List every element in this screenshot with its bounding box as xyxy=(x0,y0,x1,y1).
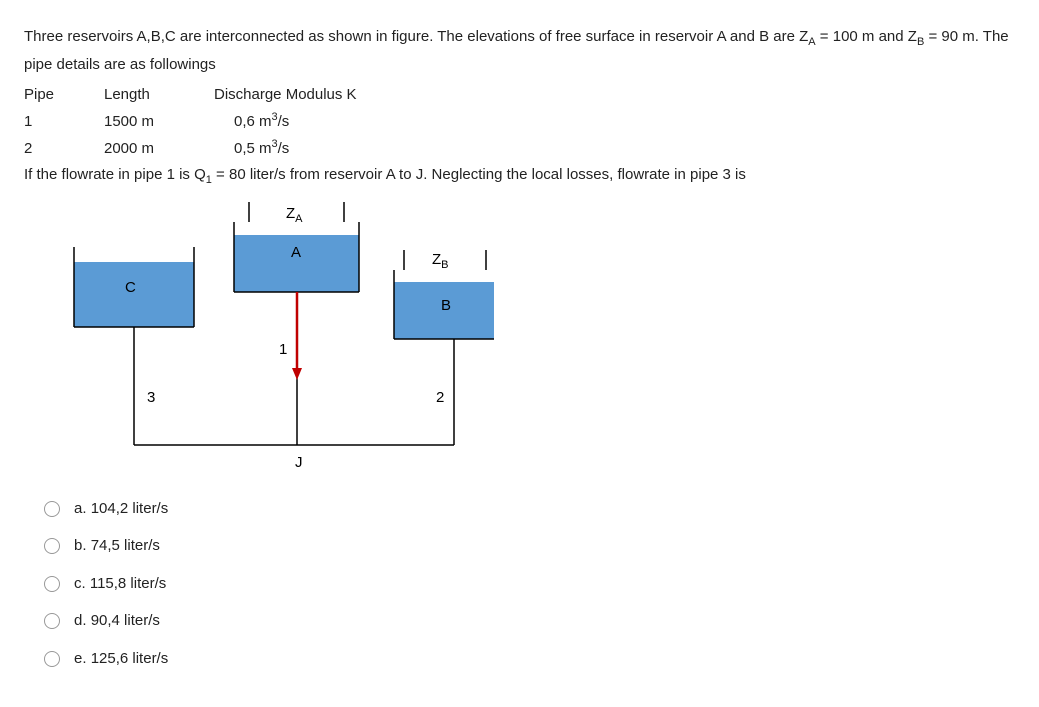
label-c: C xyxy=(125,279,136,296)
td-len-2: 2000 m xyxy=(104,135,214,162)
option-e[interactable]: e. 125,6 liter/s xyxy=(44,646,1015,672)
label-b: B xyxy=(441,297,451,314)
option-d[interactable]: d. 90,4 liter/s xyxy=(44,608,1015,634)
q-p1-a: Three reservoirs A,B,C are interconnecte… xyxy=(24,28,808,45)
option-d-label: d. 90,4 liter/s xyxy=(74,608,160,634)
zb-label: ZB xyxy=(432,251,449,271)
table-row: 2 2000 m 0,5 m3/s xyxy=(24,135,1015,162)
td-pipe-2: 2 xyxy=(24,135,104,162)
label-a: A xyxy=(291,244,301,261)
q-p1-b: = 100 m and Z xyxy=(816,28,917,45)
option-c[interactable]: c. 115,8 liter/s xyxy=(44,571,1015,597)
reservoir-figure: ZA A ZB B C 1 2 3 xyxy=(54,202,494,472)
question-paragraph-1: Three reservoirs A,B,C are interconnecte… xyxy=(24,24,1015,77)
th-discharge: Discharge Modulus K xyxy=(214,81,414,108)
question-paragraph-2: If the flowrate in pipe 1 is Q1 = 80 lit… xyxy=(24,162,1015,190)
label-3: 3 xyxy=(147,389,155,406)
q-p2-b: = 80 liter/s from reservoir A to J. Negl… xyxy=(212,166,746,183)
th-pipe: Pipe xyxy=(24,81,104,108)
radio-d[interactable] xyxy=(44,613,60,629)
td-k-2: 0,5 m3/s xyxy=(214,135,414,162)
option-b-label: b. 74,5 liter/s xyxy=(74,533,160,559)
za-label: ZA xyxy=(286,205,303,225)
table-row: 1 1500 m 0,6 m3/s xyxy=(24,108,1015,135)
radio-c[interactable] xyxy=(44,576,60,592)
th-length: Length xyxy=(104,81,214,108)
pipe-table: Pipe Length Discharge Modulus K 1 1500 m… xyxy=(24,81,1015,162)
label-1: 1 xyxy=(279,341,287,358)
label-2: 2 xyxy=(436,389,444,406)
td-len-1: 1500 m xyxy=(104,108,214,135)
option-a-label: a. 104,2 liter/s xyxy=(74,496,168,522)
radio-a[interactable] xyxy=(44,501,60,517)
option-c-label: c. 115,8 liter/s xyxy=(74,571,166,597)
q-p1-sub1: A xyxy=(808,36,815,48)
q-p2-a: If the flowrate in pipe 1 is Q xyxy=(24,166,206,183)
options-group: a. 104,2 liter/s b. 74,5 liter/s c. 115,… xyxy=(44,496,1015,672)
radio-b[interactable] xyxy=(44,538,60,554)
radio-e[interactable] xyxy=(44,651,60,667)
option-e-label: e. 125,6 liter/s xyxy=(74,646,168,672)
option-b[interactable]: b. 74,5 liter/s xyxy=(44,533,1015,559)
option-a[interactable]: a. 104,2 liter/s xyxy=(44,496,1015,522)
td-k-1: 0,6 m3/s xyxy=(214,108,414,135)
td-pipe-1: 1 xyxy=(24,108,104,135)
table-header: Pipe Length Discharge Modulus K xyxy=(24,81,1015,108)
label-j: J xyxy=(295,454,303,471)
